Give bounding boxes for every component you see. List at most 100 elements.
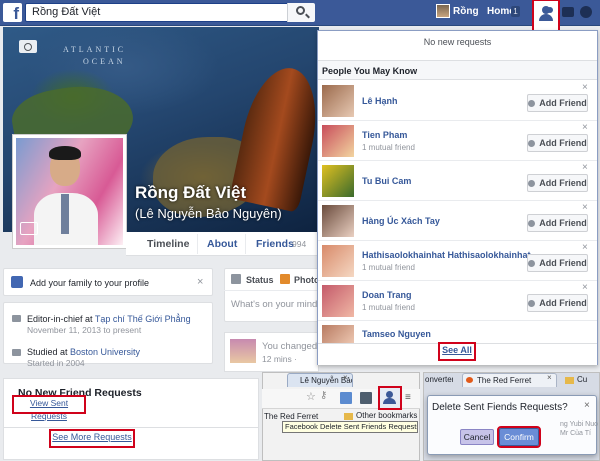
add-friend-button[interactable]: Add Friend: [527, 294, 588, 312]
list-item: Hàng Úc Xách Tay Add Friend ×: [318, 201, 597, 241]
folder-icon: [565, 377, 574, 384]
school-icon: [12, 349, 21, 356]
add-friend-button[interactable]: Add Friend: [527, 94, 588, 112]
cancel-button[interactable]: Cancel: [460, 429, 494, 445]
status-tab[interactable]: Status: [246, 275, 274, 285]
close-icon[interactable]: ×: [582, 202, 588, 213]
avatar[interactable]: [322, 285, 354, 317]
no-requests-text: No new requests: [423, 37, 492, 47]
facebook-logo-icon[interactable]: f: [3, 3, 22, 22]
close-icon[interactable]: ×: [343, 373, 348, 382]
extension-icon[interactable]: [360, 392, 372, 404]
story-thumbnail[interactable]: [230, 339, 256, 363]
school-prefix: Studied at: [27, 347, 71, 357]
story-time[interactable]: 12 mins ·: [262, 354, 297, 364]
list-item: Hathisaolokhainhat Hathisaolokhainhat 1 …: [318, 241, 597, 281]
friend-name-link[interactable]: Hathisaolokhainhat Hathisaolokhainhat: [362, 250, 531, 260]
avatar[interactable]: [322, 165, 354, 197]
friend-name-link[interactable]: Lê Hạnh: [362, 96, 398, 106]
add-friend-button[interactable]: Add Friend: [527, 214, 588, 232]
person-icon: [386, 391, 393, 398]
browser-tab[interactable]: onverter: [423, 373, 453, 387]
tab-divider: [197, 234, 198, 254]
avatar[interactable]: [322, 245, 354, 277]
friend-name-link[interactable]: Tien Pham: [362, 130, 407, 140]
school-place-link[interactable]: Boston University: [70, 347, 140, 357]
close-icon[interactable]: ×: [197, 276, 203, 288]
job-date: November 11, 2013 to present: [27, 325, 142, 335]
person-icon-body: [383, 398, 396, 404]
notifications-globe-icon[interactable]: [580, 6, 592, 18]
extension-icon[interactable]: [340, 392, 352, 404]
photo-tab[interactable]: Photo: [294, 275, 320, 285]
close-icon[interactable]: ×: [582, 242, 588, 253]
cover-map-label: ATLANTIC: [63, 45, 127, 54]
pymk-title: People You May Know: [322, 66, 418, 76]
menu-icon[interactable]: ≡: [405, 392, 411, 403]
list-item: Tien Pham 1 mutual friend Add Friend ×: [318, 121, 597, 161]
mutual-friends[interactable]: 1 mutual friend: [362, 303, 415, 312]
confirm-button[interactable]: Confirm: [497, 426, 541, 448]
camera-icon[interactable]: [19, 40, 37, 53]
tab-friends[interactable]: Friends: [256, 238, 294, 250]
profile-picture-tie: [61, 194, 69, 234]
close-icon[interactable]: ×: [582, 82, 588, 93]
see-all-link[interactable]: See All: [438, 342, 476, 361]
user-avatar[interactable]: [436, 4, 450, 18]
status-input[interactable]: What's on your mind?: [231, 299, 323, 310]
dialog-title: Delete Sent Fiends Requests?: [432, 402, 568, 413]
add-family-link[interactable]: Add your family to your profile: [30, 278, 149, 288]
friend-name-link[interactable]: Tu Bui Cam: [362, 176, 411, 186]
search-input[interactable]: Rồng Đất Việt: [25, 3, 315, 22]
user-name-link[interactable]: Rồng: [453, 6, 479, 17]
list-item: Tu Bui Cam Add Friend ×: [318, 161, 597, 201]
list-item: Lê Hạnh Add Friend ×: [318, 81, 597, 121]
close-icon[interactable]: ×: [582, 162, 588, 173]
background-text: ng Yubi Nuo Mr Của Tí: [560, 420, 598, 438]
mutual-friends[interactable]: 1 mutual friend: [362, 263, 415, 272]
friend-name-link[interactable]: Tamseo Nguyen: [362, 329, 431, 339]
add-friend-button[interactable]: Add Friend: [527, 254, 588, 272]
job-place-link[interactable]: Tạp chí Thế Giới Phẳng: [95, 314, 191, 324]
photo-icon: [280, 274, 290, 284]
friend-name-link[interactable]: Hàng Úc Xách Tay: [362, 216, 440, 226]
delete-requests-extension-button[interactable]: [378, 386, 402, 410]
profile-camera-icon[interactable]: [20, 222, 38, 235]
divider: [3, 427, 259, 428]
add-friend-button[interactable]: Add Friend: [527, 134, 588, 152]
avatar[interactable]: [322, 125, 354, 157]
bookmark-item[interactable]: The Red Ferret: [264, 412, 318, 421]
friend-requests-button[interactable]: [532, 0, 560, 33]
see-more-requests-link[interactable]: See More Requests: [49, 429, 135, 448]
background-text-line: Mr Của Tí: [560, 430, 591, 437]
tab-divider: [245, 234, 246, 254]
other-bookmarks[interactable]: Other bookmarks: [356, 411, 417, 420]
key-icon[interactable]: ⚷: [320, 390, 327, 401]
avatar[interactable]: [322, 205, 354, 237]
view-sent-requests-link[interactable]: View Sent Requests: [12, 395, 86, 421]
close-icon[interactable]: ×: [547, 373, 552, 382]
add-friend-button[interactable]: Add Friend: [527, 174, 588, 192]
close-icon[interactable]: ×: [582, 122, 588, 133]
tab-timeline[interactable]: Timeline: [147, 238, 189, 250]
mutual-friends[interactable]: 1 mutual friend: [362, 143, 415, 152]
friend-name-link[interactable]: Doan Trang: [362, 290, 412, 300]
ferret-favicon-icon: [466, 377, 473, 383]
avatar[interactable]: [322, 325, 354, 343]
friends-count: 994: [292, 239, 307, 249]
home-count-badge: 1: [511, 6, 520, 17]
browser-tab[interactable]: The Red Ferret: [462, 373, 557, 387]
tab-about[interactable]: About: [207, 238, 237, 250]
star-icon[interactable]: ☆: [306, 390, 316, 403]
briefcase-icon: [12, 315, 21, 322]
search-button[interactable]: [287, 3, 315, 22]
school-date: Started in 2004: [27, 358, 85, 368]
profile-name: Rồng Đất Việt: [135, 183, 247, 202]
messages-icon[interactable]: [562, 7, 574, 17]
close-icon[interactable]: ×: [584, 400, 590, 411]
browser-tab[interactable]: Cu: [577, 373, 587, 386]
avatar[interactable]: [322, 85, 354, 117]
family-icon: [11, 276, 23, 288]
status-icon: [231, 274, 241, 284]
close-icon[interactable]: ×: [582, 282, 588, 293]
